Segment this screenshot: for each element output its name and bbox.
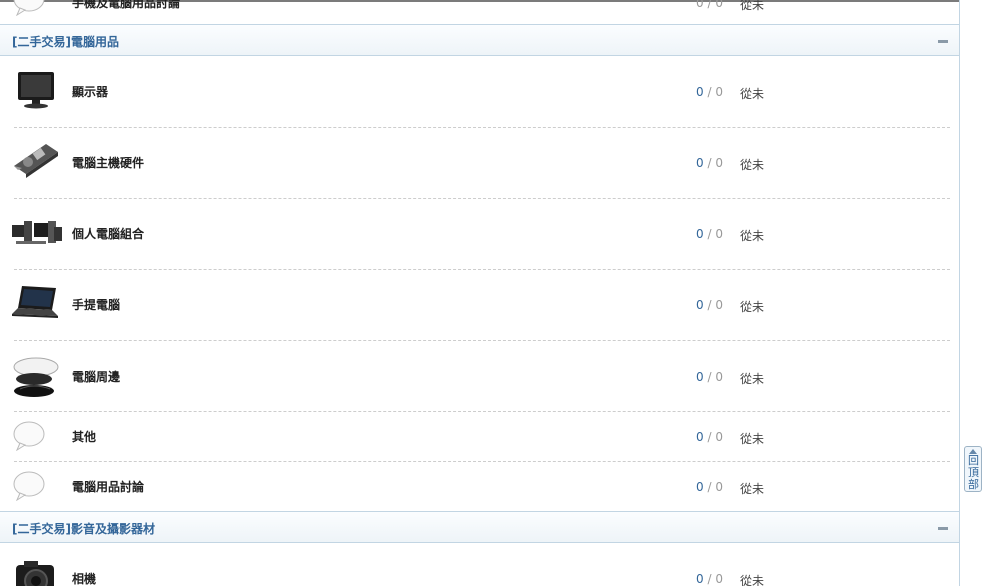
forum-row[interactable]: 電腦用品討論 0 / 0 從未 — [0, 462, 959, 511]
forum-count: 0 / 0 — [696, 227, 723, 241]
category-header-av-camera: [二手交易]影音及攝影器材 — [0, 511, 959, 543]
forum-row[interactable]: 手提電腦 0 / 0 從未 — [0, 270, 959, 341]
category-title[interactable]: [二手交易]影音及攝影器材 — [12, 520, 155, 537]
forum-row[interactable]: 其他 0 / 0 從未 — [0, 412, 959, 462]
forum-last-post: 從未 — [740, 372, 765, 386]
forum-name[interactable]: 手機及電腦用品討論 — [72, 0, 180, 11]
forum-last-post: 從未 — [740, 482, 765, 496]
forum-count: 0 / 0 — [696, 156, 723, 170]
monitor-icon — [12, 70, 58, 113]
forum-last-post: 從未 — [740, 158, 765, 172]
forum-count: 0 / 0 — [696, 370, 723, 384]
forum-name[interactable]: 相機 — [72, 570, 96, 586]
forum-row-partial[interactable]: 手機及電腦用品討論 0 / 0 從未 — [0, 0, 959, 24]
collapse-icon[interactable] — [938, 40, 948, 43]
graphics-card-icon — [12, 140, 60, 183]
forum-name[interactable]: 電腦主機硬件 — [72, 154, 144, 171]
forum-name[interactable]: 個人電腦組合 — [72, 225, 144, 242]
forum-row[interactable]: 顯示器 0 / 0 從未 — [0, 56, 959, 128]
category-title[interactable]: [二手交易]電腦用品 — [12, 33, 119, 50]
forum-row[interactable]: 電腦主機硬件 0 / 0 從未 — [0, 128, 959, 199]
forum-count: 0 / 0 — [696, 298, 723, 312]
speech-bubble-icon — [12, 421, 46, 454]
forum-name[interactable]: 顯示器 — [72, 83, 108, 100]
forum-last-post: 從未 — [740, 87, 765, 101]
forum-row[interactable]: 個人電腦組合 0 / 0 從未 — [0, 199, 959, 270]
laptop-icon — [12, 284, 60, 325]
back-to-top-button[interactable]: 回頂部 — [964, 446, 982, 492]
speech-bubble-icon — [12, 471, 46, 504]
forum-last-post: 從未 — [740, 300, 765, 314]
forum-count: 0 / 0 — [696, 85, 723, 99]
forum-row[interactable]: 電腦周邊 0 / 0 從未 — [0, 341, 959, 412]
desktop-computers-icon — [12, 219, 62, 250]
forum-last-post: 從未 — [740, 229, 765, 243]
collapse-icon[interactable] — [938, 527, 948, 530]
mouse-icon — [12, 353, 60, 402]
forum-count: 0 / 0 — [696, 480, 723, 494]
forum-count: 0 / 0 — [696, 430, 723, 444]
forum-last-post: 從未 — [740, 0, 765, 12]
forum-list-panel: 手機及電腦用品討論 0 / 0 從未 [二手交易]電腦用品 顯示器 0 / 0 … — [0, 0, 960, 586]
forum-last-post: 從未 — [740, 432, 765, 446]
back-to-top-label: 回頂部 — [968, 454, 979, 491]
forum-name[interactable]: 手提電腦 — [72, 296, 120, 313]
forum-name[interactable]: 其他 — [72, 428, 96, 445]
forum-count: 0 / 0 — [696, 572, 723, 586]
forum-name[interactable]: 電腦周邊 — [72, 368, 120, 385]
forum-row[interactable]: 相機 0 / 0 從未 — [0, 543, 959, 586]
speech-bubble-icon — [12, 0, 46, 19]
forum-count: 0 / 0 — [696, 0, 723, 10]
camera-icon — [12, 559, 58, 586]
forum-name[interactable]: 電腦用品討論 — [72, 478, 144, 495]
forum-last-post: 從未 — [740, 574, 765, 586]
category-header-computer: [二手交易]電腦用品 — [0, 24, 959, 56]
